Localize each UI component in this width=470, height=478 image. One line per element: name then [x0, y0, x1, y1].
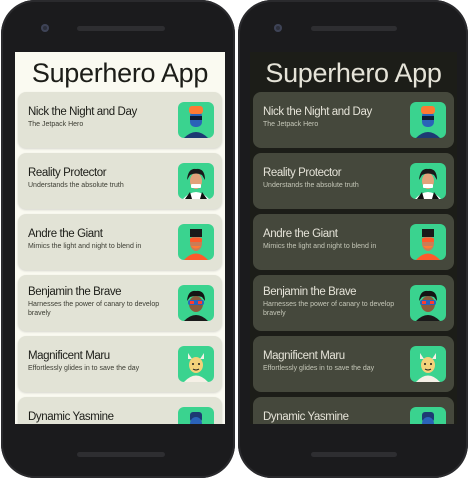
hero-name: Nick the Night and Day: [263, 106, 372, 118]
hero-name: Dynamic Yasmine: [28, 411, 114, 423]
hero-power: Mimics the light and night to blend in: [263, 243, 377, 250]
hero-card-andre[interactable]: Andre the Giant Mimics the light and nig…: [18, 214, 222, 270]
hero-power: Understands the absolute truth: [263, 182, 359, 189]
app-screen-dark: Superhero App Nick the Night and Day The…: [250, 52, 457, 424]
hero-list[interactable]: Nick the Night and Day The Jetpack Hero …: [15, 92, 225, 424]
hero-name: Nick the Night and Day: [28, 106, 137, 118]
hero-name: Magnificent Maru: [28, 350, 110, 362]
hero-avatar-maru-icon: [178, 346, 214, 382]
hero-name: Reality Protector: [263, 167, 342, 179]
hero-avatar-yasmine-icon: [178, 407, 214, 424]
hero-card-nick[interactable]: Nick the Night and Day The Jetpack Hero: [253, 92, 454, 148]
hero-power: Harnesses the power of canary to develop…: [263, 301, 395, 317]
hero-power: Harnesses the power of canary to develop…: [28, 301, 160, 317]
hero-avatar-benjamin-icon: [410, 285, 446, 321]
hero-avatar-benjamin-icon: [178, 285, 214, 321]
hero-card-benjamin[interactable]: Benjamin the Brave Harnesses the power o…: [18, 275, 222, 331]
hero-avatar-nick-icon: [410, 102, 446, 138]
app-title: Superhero App: [31, 58, 209, 88]
bottom-speaker-grille: [311, 452, 397, 457]
hero-avatar-andre-icon: [178, 224, 214, 260]
hero-power: Effortlessly glides in to save the day: [28, 365, 140, 372]
hero-avatar-nick-icon: [178, 102, 214, 138]
hero-avatar-andre-icon: [410, 224, 446, 260]
bottom-speaker-grille: [77, 452, 165, 457]
hero-avatar-yasmine-icon: [410, 407, 446, 424]
front-camera-icon: [274, 24, 282, 32]
hero-avatar-reality-icon: [178, 163, 214, 199]
hero-name: Reality Protector: [28, 167, 107, 179]
front-camera-icon: [41, 24, 49, 32]
earpiece-speaker: [77, 26, 165, 31]
hero-power: Mimics the light and night to blend in: [28, 243, 142, 250]
phone-light-theme: Superhero App Nick the Night and Day The…: [1, 0, 235, 478]
hero-card-maru[interactable]: Magnificent Maru Effortlessly glides in …: [253, 336, 454, 392]
hero-name: Dynamic Yasmine: [263, 411, 349, 423]
hero-power: Understands the absolute truth: [28, 182, 124, 189]
hero-name: Benjamin the Brave: [263, 286, 357, 298]
hero-power: The Jetpack Hero: [263, 121, 319, 128]
app-title: Superhero App: [265, 58, 442, 88]
hero-card-benjamin[interactable]: Benjamin the Brave Harnesses the power o…: [253, 275, 454, 331]
hero-card-yasmine[interactable]: Dynamic Yasmine: [18, 397, 222, 424]
phone-dark-theme: Superhero App Nick the Night and Day The…: [238, 0, 468, 478]
hero-card-nick[interactable]: Nick the Night and Day The Jetpack Hero: [18, 92, 222, 148]
hero-card-yasmine[interactable]: Dynamic Yasmine: [253, 397, 454, 424]
hero-power: The Jetpack Hero: [28, 121, 84, 128]
hero-card-andre[interactable]: Andre the Giant Mimics the light and nig…: [253, 214, 454, 270]
hero-avatar-reality-icon: [410, 163, 446, 199]
hero-name: Magnificent Maru: [263, 350, 345, 362]
earpiece-speaker: [311, 26, 397, 31]
hero-name: Benjamin the Brave: [28, 286, 122, 298]
app-screen-light: Superhero App Nick the Night and Day The…: [15, 52, 225, 424]
hero-card-reality[interactable]: Reality Protector Understands the absolu…: [18, 153, 222, 209]
hero-list[interactable]: Nick the Night and Day The Jetpack Hero …: [250, 92, 457, 424]
hero-name: Andre the Giant: [263, 228, 338, 240]
hero-power: Effortlessly glides in to save the day: [263, 365, 375, 372]
hero-card-maru[interactable]: Magnificent Maru Effortlessly glides in …: [18, 336, 222, 392]
hero-avatar-maru-icon: [410, 346, 446, 382]
hero-name: Andre the Giant: [28, 228, 103, 240]
hero-card-reality[interactable]: Reality Protector Understands the absolu…: [253, 153, 454, 209]
